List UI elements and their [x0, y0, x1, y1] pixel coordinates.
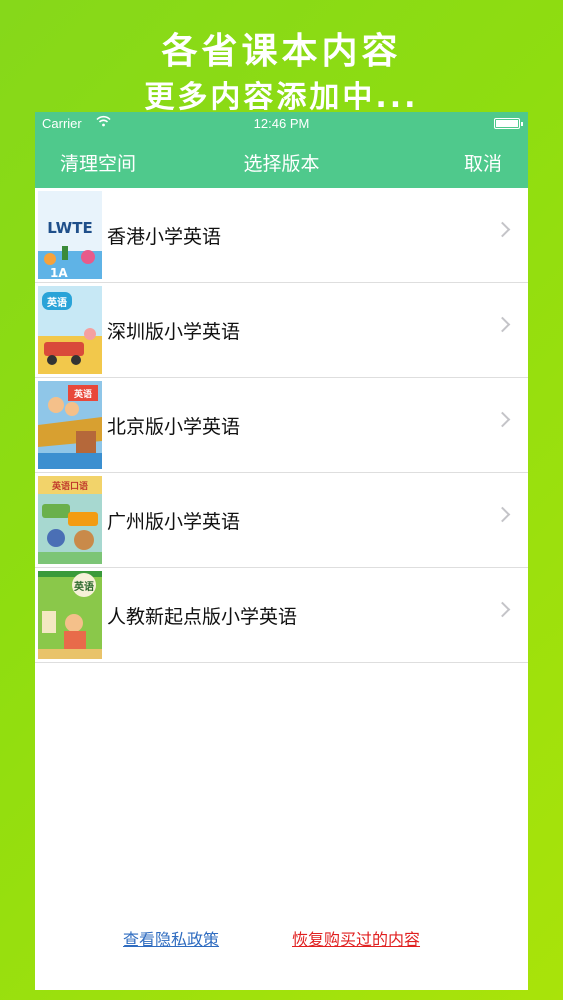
book-cover-renjiao: 英语 — [38, 571, 102, 659]
edition-row-guangzhou[interactable]: 英语口语 广州版小学英语 — [35, 473, 528, 568]
promo-headline: 各省课本内容 — [161, 31, 402, 72]
edition-label: 香港小学英语 — [107, 226, 222, 248]
cancel-button[interactable]: 取消 — [464, 149, 502, 176]
edition-row-renjiao[interactable]: 英语 人教新起点版小学英语 — [35, 568, 528, 663]
cover-title-text: 英语 — [46, 296, 67, 309]
status-time: 12:46 PM — [253, 116, 310, 131]
phone-screen: Carrier 12:46 PM 清理空间 选择版本 取消 LWTE 1A 香港… — [35, 112, 528, 990]
cover-title-text: 英语 — [73, 388, 92, 400]
restore-purchases-link[interactable]: 恢复购买过的内容 — [292, 926, 420, 950]
nav-title: 选择版本 — [243, 153, 320, 175]
promo-subheadline: 更多内容添加中... — [144, 80, 419, 115]
edition-list: LWTE 1A 香港小学英语 英语 深圳版小学英语 英语 北京版小学英语 英语口… — [35, 188, 528, 663]
status-bar: Carrier 12:46 PM — [35, 112, 528, 136]
cover-lwte-text: LWTE — [47, 219, 92, 237]
edition-label: 深圳版小学英语 — [107, 321, 241, 343]
edition-label: 北京版小学英语 — [107, 416, 241, 438]
chevron-right-icon — [494, 221, 511, 238]
book-cover-shenzhen: 英语 — [38, 286, 102, 374]
chevron-right-icon — [494, 506, 511, 523]
cover-title-text: 英语口语 — [51, 480, 88, 492]
book-cover-hongkong: LWTE 1A — [38, 191, 102, 279]
edition-row-hongkong[interactable]: LWTE 1A 香港小学英语 — [35, 188, 528, 283]
chevron-right-icon — [494, 316, 511, 333]
book-cover-beijing: 英语 — [38, 381, 102, 469]
battery-icon — [494, 118, 523, 129]
cover-title-text: 英语 — [73, 580, 94, 593]
chevron-right-icon — [494, 411, 511, 428]
edition-row-beijing[interactable]: 英语 北京版小学英语 — [35, 378, 528, 473]
chevron-right-icon — [494, 601, 511, 618]
edition-label: 人教新起点版小学英语 — [107, 606, 298, 628]
edition-row-shenzhen[interactable]: 英语 深圳版小学英语 — [35, 283, 528, 378]
edition-label: 广州版小学英语 — [107, 511, 241, 533]
book-cover-guangzhou: 英语口语 — [38, 476, 102, 564]
navigation-bar: 清理空间 选择版本 取消 — [35, 136, 528, 188]
privacy-policy-link[interactable]: 查看隐私政策 — [123, 926, 219, 950]
cover-1a-text: 1A — [50, 266, 68, 279]
